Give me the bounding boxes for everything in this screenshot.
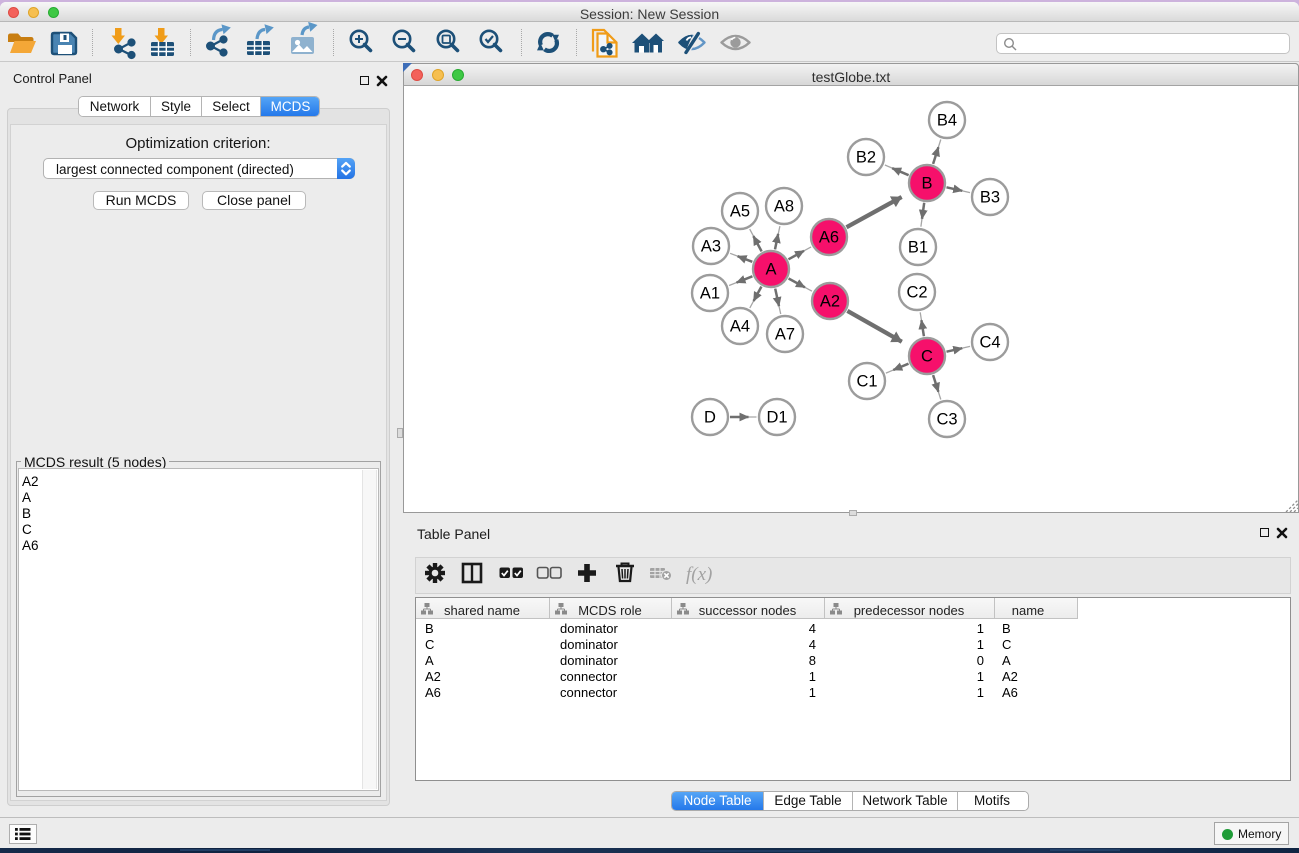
svg-text:C3: C3 xyxy=(936,411,957,429)
svg-text:B3: B3 xyxy=(980,189,1000,207)
svg-text:A6: A6 xyxy=(819,229,839,247)
svg-text:C1: C1 xyxy=(856,373,877,391)
svg-text:B4: B4 xyxy=(937,112,957,130)
svg-text:B: B xyxy=(921,175,932,193)
svg-text:f(x): f(x) xyxy=(686,564,712,585)
svg-text:A2: A2 xyxy=(820,293,840,311)
svg-text:B1: B1 xyxy=(908,239,928,257)
svg-text:B2: B2 xyxy=(856,149,876,167)
svg-text:C4: C4 xyxy=(979,334,1000,352)
svg-text:C2: C2 xyxy=(906,284,927,302)
svg-text:C: C xyxy=(921,348,933,366)
